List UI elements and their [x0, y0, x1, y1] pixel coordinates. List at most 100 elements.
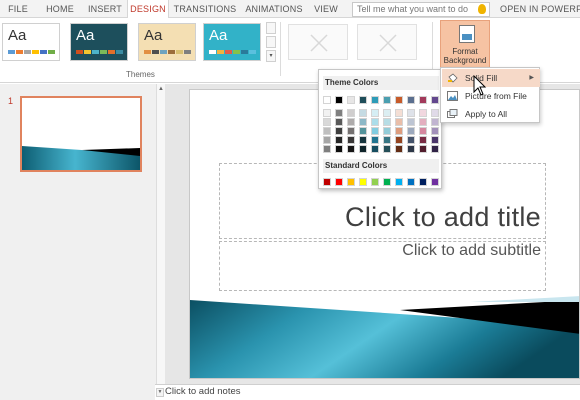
standard-color-swatch[interactable]	[383, 178, 391, 186]
theme-color-swatch[interactable]	[323, 136, 331, 144]
theme-color-swatch[interactable]	[419, 109, 427, 117]
themes-more-button[interactable]: ▾	[266, 50, 276, 62]
theme-color-swatch[interactable]	[383, 96, 391, 104]
theme-color-dots	[76, 50, 123, 55]
theme-color-swatch[interactable]	[395, 96, 403, 104]
theme-color-swatch[interactable]	[371, 136, 379, 144]
theme-color-swatch[interactable]	[359, 109, 367, 117]
standard-color-swatch[interactable]	[359, 178, 367, 186]
theme-color-swatch[interactable]	[431, 136, 439, 144]
theme-color-swatch[interactable]	[335, 109, 343, 117]
theme-thumb-teal[interactable]: Aa	[203, 23, 261, 61]
theme-color-swatch[interactable]	[383, 136, 391, 144]
theme-color-swatch[interactable]	[407, 96, 415, 104]
theme-thumb-dark[interactable]: Aa	[70, 23, 128, 61]
theme-color-swatch[interactable]	[383, 109, 391, 117]
theme-color-swatch[interactable]	[383, 118, 391, 126]
theme-color-swatch[interactable]	[359, 118, 367, 126]
theme-color-swatch[interactable]	[371, 118, 379, 126]
theme-color-swatch[interactable]	[347, 96, 355, 104]
tab-transitions[interactable]: TRANSITIONS	[171, 0, 239, 18]
theme-color-swatch[interactable]	[347, 145, 355, 153]
theme-color-swatch[interactable]	[371, 96, 379, 104]
menu-item-apply-to-all[interactable]: Apply to All	[442, 105, 540, 123]
theme-color-swatch[interactable]	[359, 145, 367, 153]
theme-color-swatch[interactable]	[395, 145, 403, 153]
theme-color-swatch[interactable]	[323, 145, 331, 153]
theme-thumb-office[interactable]: Aa	[2, 23, 60, 61]
notes-bar[interactable]: ▼ Click to add notes	[155, 384, 580, 400]
standard-color-swatch[interactable]	[335, 178, 343, 186]
theme-color-swatch[interactable]	[407, 145, 415, 153]
theme-color-swatch[interactable]	[347, 109, 355, 117]
theme-color-swatch[interactable]	[371, 145, 379, 153]
theme-color-swatch[interactable]	[359, 96, 367, 104]
variant-thumb-2[interactable]	[357, 24, 417, 60]
theme-color-swatch[interactable]	[359, 136, 367, 144]
tab-design[interactable]: DESIGN	[127, 0, 169, 19]
theme-color-swatch[interactable]	[359, 127, 367, 135]
theme-color-swatch[interactable]	[323, 127, 331, 135]
theme-color-swatch[interactable]	[371, 127, 379, 135]
menu-item-picture-from-file[interactable]: Picture from File	[442, 87, 540, 105]
subtitle-placeholder[interactable]: Click to add subtitle	[219, 241, 546, 291]
standard-color-swatch[interactable]	[347, 178, 355, 186]
standard-color-swatch[interactable]	[371, 178, 379, 186]
theme-color-swatch[interactable]	[419, 136, 427, 144]
theme-color-swatch[interactable]	[407, 136, 415, 144]
themes-scroll-up-button[interactable]	[266, 22, 276, 34]
variant-thumb-1[interactable]	[288, 24, 348, 60]
theme-color-swatch[interactable]	[431, 127, 439, 135]
theme-color-swatch[interactable]	[431, 96, 439, 104]
theme-color-swatch[interactable]	[407, 118, 415, 126]
scroll-up-icon[interactable]: ▲	[158, 86, 164, 92]
theme-color-swatch[interactable]	[383, 127, 391, 135]
theme-color-swatch[interactable]	[323, 109, 331, 117]
theme-color-swatch[interactable]	[431, 109, 439, 117]
theme-color-swatch[interactable]	[407, 127, 415, 135]
theme-color-swatch[interactable]	[335, 96, 343, 104]
standard-color-swatch[interactable]	[395, 178, 403, 186]
tab-home[interactable]: HOME	[38, 0, 82, 18]
tab-file[interactable]: FILE	[0, 0, 36, 18]
standard-color-swatch[interactable]	[407, 178, 415, 186]
tab-view[interactable]: VIEW	[309, 0, 343, 18]
theme-color-swatch[interactable]	[419, 145, 427, 153]
theme-color-swatch[interactable]	[347, 136, 355, 144]
format-background-button[interactable]: Format Background ▾	[440, 20, 490, 74]
standard-color-swatch[interactable]	[419, 178, 427, 186]
theme-color-swatch[interactable]	[431, 118, 439, 126]
slide-thumbnail-1[interactable]	[20, 96, 142, 172]
theme-color-swatch[interactable]	[335, 127, 343, 135]
notes-toggle-icon[interactable]: ▼	[156, 388, 164, 397]
theme-color-swatch[interactable]	[347, 127, 355, 135]
theme-color-swatch[interactable]	[323, 96, 331, 104]
theme-color-swatch[interactable]	[335, 145, 343, 153]
theme-color-swatch[interactable]	[383, 145, 391, 153]
theme-color-swatch[interactable]	[419, 127, 427, 135]
theme-color-swatch[interactable]	[431, 145, 439, 153]
theme-color-swatch[interactable]	[395, 118, 403, 126]
theme-color-swatch[interactable]	[395, 109, 403, 117]
menu-item-solid-fill[interactable]: Solid Fill ▶	[442, 69, 540, 87]
themes-scroll-down-button[interactable]	[266, 36, 276, 48]
standard-color-swatch[interactable]	[323, 178, 331, 186]
tab-insert[interactable]: INSERT	[84, 0, 126, 18]
standard-color-swatch[interactable]	[431, 178, 439, 186]
tell-me-box[interactable]: Tell me what you want to do	[352, 2, 490, 17]
theme-color-swatch[interactable]	[407, 109, 415, 117]
theme-color-dot	[92, 50, 99, 54]
theme-color-swatch[interactable]	[335, 136, 343, 144]
theme-thumb-beige[interactable]: Aa	[138, 23, 196, 61]
theme-color-swatch[interactable]	[419, 96, 427, 104]
theme-color-swatch[interactable]	[347, 118, 355, 126]
slide-pane-scrollbar[interactable]: ▲	[156, 84, 165, 389]
theme-color-swatch[interactable]	[323, 118, 331, 126]
theme-color-swatch[interactable]	[395, 127, 403, 135]
theme-color-swatch[interactable]	[371, 109, 379, 117]
tab-animations[interactable]: ANIMATIONS	[241, 0, 307, 18]
theme-color-swatch[interactable]	[419, 118, 427, 126]
theme-color-swatch[interactable]	[335, 118, 343, 126]
theme-color-swatch[interactable]	[395, 136, 403, 144]
open-in-powerpoint-button[interactable]: OPEN IN POWERPOINT	[500, 0, 580, 18]
